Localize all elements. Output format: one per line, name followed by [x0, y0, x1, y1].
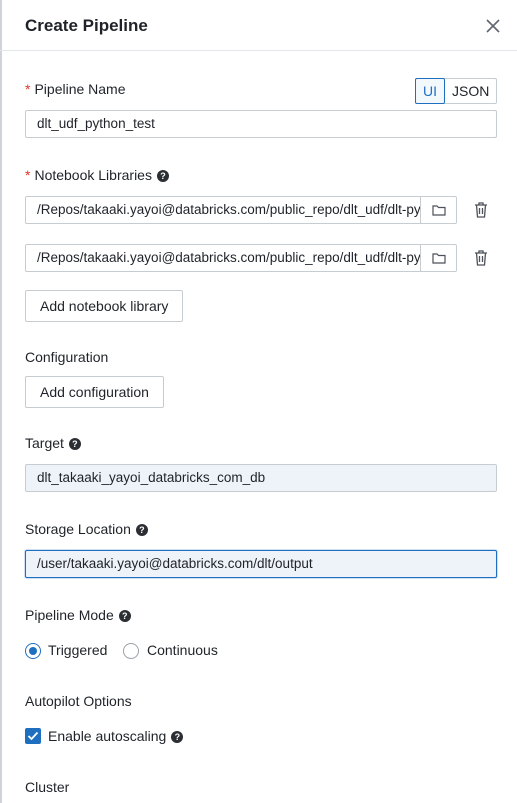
continuous-radio[interactable] — [123, 643, 139, 659]
continuous-radio-label[interactable]: Continuous — [147, 642, 218, 658]
storage-location-label-text: Storage Location — [25, 521, 131, 537]
help-icon[interactable]: ? — [68, 438, 81, 450]
pipeline-mode-label-text: Pipeline Mode — [25, 607, 114, 623]
browse-folder-button-2[interactable] — [421, 244, 457, 272]
dialog-title: Create Pipeline — [25, 16, 148, 35]
required-mark: * — [25, 167, 31, 183]
folder-icon — [431, 205, 446, 216]
configuration-label: Configuration — [25, 349, 109, 365]
target-label-text: Target — [25, 435, 64, 451]
help-icon[interactable]: ? — [171, 731, 184, 743]
enable-autoscaling-row: Enable autoscaling? — [48, 728, 184, 744]
target-input[interactable]: dlt_takaaki_yayoi_databricks_com_db — [25, 464, 497, 492]
json-mode-button[interactable]: JSON — [445, 79, 496, 103]
triggered-radio[interactable] — [25, 643, 41, 659]
ui-json-toggle: UI JSON — [415, 78, 498, 104]
notebook-libraries-label-text: Notebook Libraries — [34, 167, 152, 183]
add-notebook-library-button[interactable]: Add notebook library — [25, 290, 184, 322]
triggered-radio-label[interactable]: Triggered — [48, 642, 107, 658]
help-icon[interactable]: ? — [135, 524, 148, 536]
ui-mode-button[interactable]: UI — [415, 78, 445, 104]
storage-location-input[interactable]: /user/takaaki.yayoi@databricks.com/dlt/o… — [25, 550, 497, 578]
enable-autoscaling-label[interactable]: Enable autoscaling — [48, 728, 166, 744]
notebook-path-input-1[interactable]: /Repos/takaaki.yayoi@databricks.com/publ… — [25, 196, 421, 224]
header-divider — [0, 50, 517, 51]
pipeline-name-label: * Pipeline Name — [25, 81, 126, 97]
trash-icon[interactable] — [473, 249, 489, 267]
pipeline-name-label-text: Pipeline Name — [34, 81, 126, 97]
enable-autoscaling-checkbox[interactable] — [25, 728, 41, 744]
help-icon[interactable]: ? — [156, 170, 169, 182]
folder-icon — [431, 253, 446, 264]
add-configuration-button[interactable]: Add configuration — [25, 376, 164, 408]
pipeline-mode-label: Pipeline Mode? — [25, 607, 131, 623]
background-edge — [0, 0, 2, 803]
required-mark: * — [25, 81, 31, 97]
notebook-libraries-label: * Notebook Libraries? — [25, 167, 169, 183]
checkmark-icon — [27, 731, 39, 741]
target-label: Target? — [25, 435, 81, 451]
autopilot-options-label: Autopilot Options — [25, 693, 132, 709]
close-icon[interactable] — [484, 17, 502, 35]
pipeline-name-input[interactable]: dlt_udf_python_test — [25, 110, 497, 138]
cluster-label: Cluster — [25, 779, 70, 795]
browse-folder-button-1[interactable] — [421, 196, 457, 224]
help-icon[interactable]: ? — [118, 610, 131, 622]
storage-location-label: Storage Location? — [25, 521, 148, 537]
trash-icon[interactable] — [473, 201, 489, 219]
notebook-path-input-2[interactable]: /Repos/takaaki.yayoi@databricks.com/publ… — [25, 244, 421, 272]
